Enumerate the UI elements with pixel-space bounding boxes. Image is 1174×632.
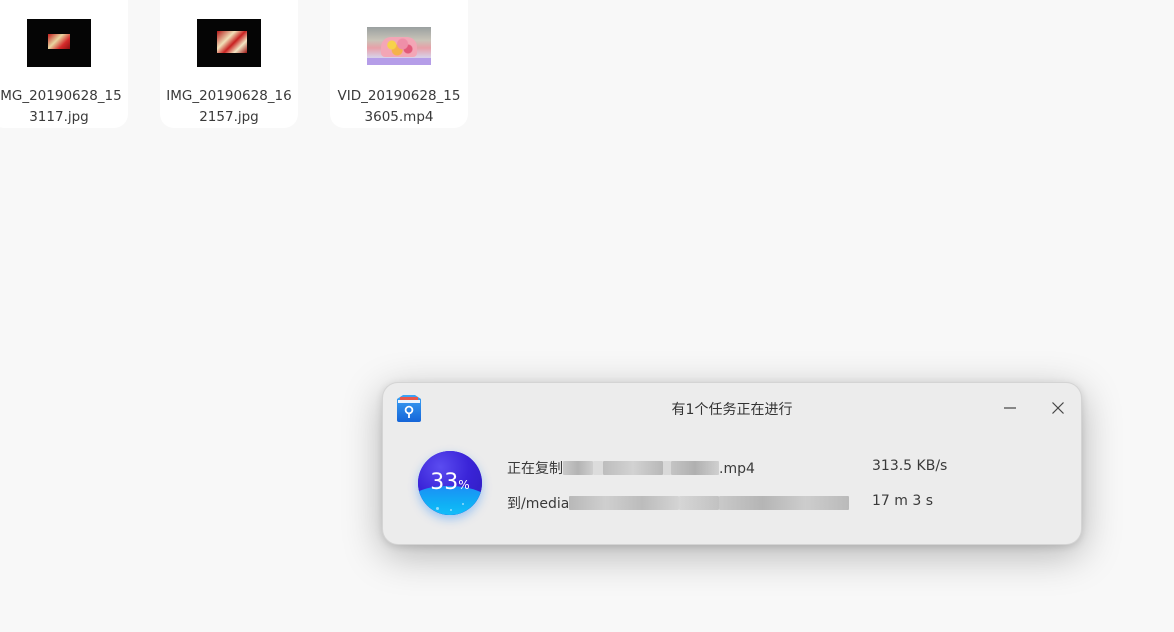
- file-name: IMG_20190628_162157.jpg: [166, 88, 292, 125]
- close-button[interactable]: [1044, 395, 1072, 423]
- file-name: VID_20190628_153605.mp4: [337, 88, 461, 125]
- file-item-img-162157[interactable]: IMG_20190628_162157.jpg: [160, 0, 298, 128]
- copy-source-text: 正在复制 .mp4: [507, 461, 755, 477]
- transfer-speed: 313.5 KB/s: [872, 458, 948, 474]
- image-thumbnail: [197, 19, 261, 67]
- copy-destination-text: 到/media: [507, 493, 850, 513]
- close-icon: [1051, 400, 1065, 419]
- copy-progress-dialog: 有1个任务正在进行 33% 正在复制 .mp4 到/media 313.5 KB…: [382, 382, 1082, 545]
- minimize-button[interactable]: [996, 395, 1024, 423]
- dialog-title: 有1个任务正在进行: [671, 402, 793, 418]
- desktop: IMG_20190628_153117.jpg IMG_20190628_162…: [0, 0, 1174, 632]
- time-remaining: 17 m 3 s: [872, 493, 934, 509]
- progress-indicator: 33%: [418, 451, 482, 515]
- dialog-titlebar[interactable]: 有1个任务正在进行: [383, 383, 1081, 435]
- video-thumbnail: [367, 19, 431, 67]
- file-item-img-153117[interactable]: IMG_20190628_153117.jpg: [0, 0, 128, 128]
- minimize-icon: [1003, 400, 1017, 419]
- file-item-vid-153605[interactable]: VID_20190628_153605.mp4: [330, 0, 468, 128]
- image-thumbnail: [27, 19, 91, 67]
- file-name: IMG_20190628_153117.jpg: [0, 88, 122, 125]
- progress-percent: 33%: [430, 470, 470, 495]
